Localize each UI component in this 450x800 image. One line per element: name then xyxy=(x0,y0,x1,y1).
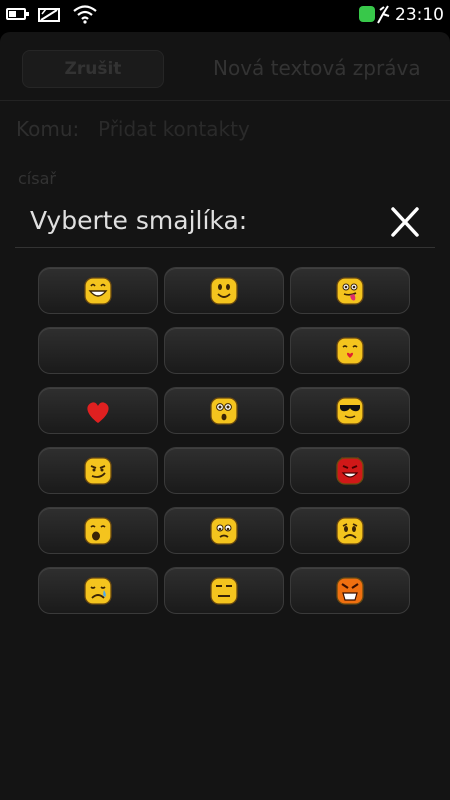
smile-emoji-icon xyxy=(210,276,238,305)
sad-emoji-icon xyxy=(336,516,364,545)
recipient-name: císař xyxy=(18,169,56,188)
emoticon-button-smile[interactable] xyxy=(164,267,284,314)
emoticon-button-empty[interactable] xyxy=(164,447,284,494)
smirk-emoji-icon xyxy=(84,456,112,485)
sim-disabled-icon xyxy=(38,8,60,22)
surprised-emoji-icon xyxy=(210,396,238,425)
tongue-emoji-icon xyxy=(336,276,364,305)
emoticon-button-grin[interactable] xyxy=(38,267,158,314)
page-title: Nová textová zpráva xyxy=(213,56,421,80)
emoticon-button-angry[interactable] xyxy=(290,567,410,614)
sunglasses-emoji-icon xyxy=(336,396,364,425)
emoticon-button-flat[interactable] xyxy=(164,567,284,614)
yawn-emoji-icon xyxy=(84,516,112,545)
emoticon-grid xyxy=(38,267,412,614)
emoticon-button-sunglasses[interactable] xyxy=(290,387,410,434)
devil-emoji-icon xyxy=(336,456,364,485)
emoticon-button-worried[interactable] xyxy=(164,507,284,554)
flat-emoji-icon xyxy=(210,576,238,605)
add-contacts-field[interactable]: Přidat kontakty xyxy=(98,117,250,141)
emoticon-button-sad[interactable] xyxy=(290,507,410,554)
to-label: Komu: xyxy=(16,117,80,141)
kiss-emoji-icon xyxy=(336,336,364,365)
angry-emoji-icon xyxy=(336,576,364,605)
grin-emoji-icon xyxy=(84,276,112,305)
worried-emoji-icon xyxy=(210,516,238,545)
emoticon-button-surprised[interactable] xyxy=(164,387,284,434)
emoticon-button-smirk[interactable] xyxy=(38,447,158,494)
emoticon-button-crying[interactable] xyxy=(38,567,158,614)
battery-icon xyxy=(6,8,29,20)
wifi-icon xyxy=(73,5,97,24)
clock: 23:10 xyxy=(395,5,444,25)
emoticon-button-empty[interactable] xyxy=(164,327,284,374)
picker-title: Vyberte smajlíka: xyxy=(30,206,248,235)
network-indicator-icon xyxy=(359,6,375,22)
heart-emoji-icon xyxy=(87,401,109,423)
cancel-button[interactable]: Zrušit xyxy=(22,50,164,88)
emoticon-button-yawn[interactable] xyxy=(38,507,158,554)
usb-icon xyxy=(377,5,390,24)
emoticon-button-devil[interactable] xyxy=(290,447,410,494)
emoticon-button-kiss[interactable] xyxy=(290,327,410,374)
header-divider xyxy=(0,100,450,101)
emoticon-button-heart[interactable] xyxy=(38,387,158,434)
status-bar: 23:10 xyxy=(0,0,450,32)
close-icon[interactable] xyxy=(386,205,424,239)
emoticon-button-tongue[interactable] xyxy=(290,267,410,314)
emoticon-button-empty[interactable] xyxy=(38,327,158,374)
crying-emoji-icon xyxy=(84,576,112,605)
picker-divider xyxy=(15,247,435,248)
